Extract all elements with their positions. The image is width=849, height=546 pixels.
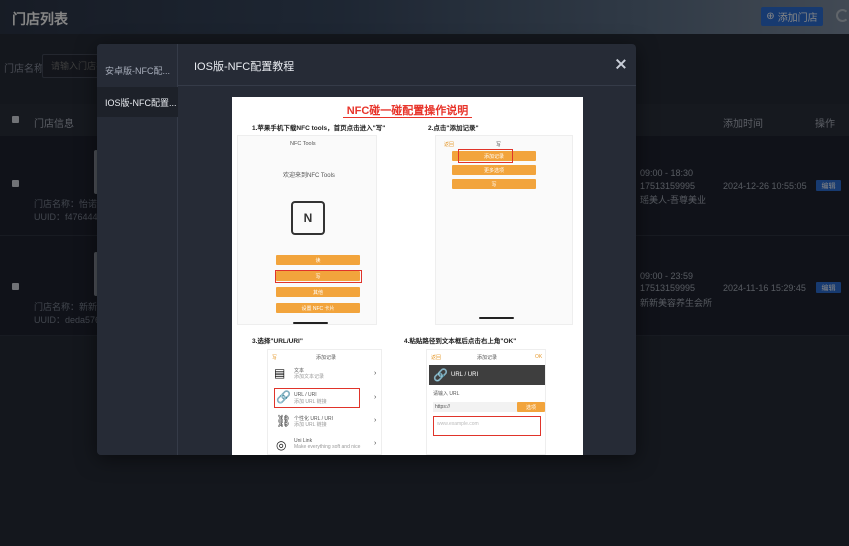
add-record-header: 添加记录 — [316, 355, 337, 361]
url-prompt: 请输入 URL — [433, 391, 460, 397]
side-item-android[interactable]: 安卓版-NFC配... — [97, 55, 178, 85]
write-header: 写 — [496, 142, 502, 148]
step-1: 1.苹果手机下载NFC tools，首页点击进入"写" — [252, 125, 386, 132]
step-2: 2.点击"添加记录" — [428, 125, 479, 132]
record-text-sub: 添加文本记录 — [294, 374, 325, 380]
modal-header: IOS版-NFC配置教程 — [178, 44, 636, 86]
highlight-box — [275, 270, 362, 283]
menu-other: 其他 — [276, 287, 360, 297]
highlight-box — [458, 149, 513, 163]
add-record-header: 添加记录 — [477, 355, 498, 361]
back-link: 返回 — [444, 142, 455, 148]
home-indicator — [479, 317, 514, 319]
url-input-placeholder: www.example.com — [437, 421, 479, 427]
phone-screen-3: 写 添加记录 ▤ 文本 添加文本记录 › 🔗 URL / URI 添加 URL … — [267, 349, 382, 455]
welcome-text: 欢迎来到NFC Tools — [283, 173, 335, 179]
link-icon: 🔗 — [276, 390, 291, 404]
unilink-icon: ◎ — [276, 438, 287, 452]
chevron-right-icon: › — [374, 394, 377, 401]
phone-screen-4: 返回 添加记录 OK URL / URI 🔗 请输入 URL https:// … — [426, 349, 546, 455]
step-3: 3.选择"URL/URI" — [252, 338, 303, 345]
menu-read: 读 — [276, 255, 360, 265]
url-scheme: https:// — [433, 402, 517, 412]
ok-button: OK — [535, 354, 543, 360]
link-icon: 🔗 — [433, 368, 448, 382]
scheme-select-button: 选项 — [517, 402, 545, 412]
nfc-tools-header: NFC Tools — [290, 141, 316, 147]
back-link: 返回 — [431, 355, 442, 361]
custom-link-icon: ⛓ — [276, 414, 292, 428]
record-unilink-sub: Make everything soft and nice — [294, 444, 361, 450]
menu-more-options: 更多选项 — [452, 165, 536, 175]
tutorial-image: NFC碰一碰配置操作说明 1.苹果手机下载NFC tools，首页点击进入"写"… — [232, 97, 583, 455]
menu-settings: 设置 NFC 卡片 — [276, 303, 360, 313]
back-link: 写 — [272, 355, 278, 361]
close-icon[interactable] — [615, 58, 627, 70]
modal-title: IOS版-NFC配置教程 — [194, 61, 295, 73]
nfc-logo-icon: N — [291, 201, 325, 235]
step-4: 4.粘贴路径到文本框后点击右上角"OK" — [404, 338, 517, 345]
home-indicator — [293, 322, 328, 324]
record-custom-url-sub: 添加 URL 链接 — [294, 422, 327, 428]
side-item-ios[interactable]: IOS版-NFC配置... — [97, 87, 178, 117]
phone-screen-1: NFC Tools 欢迎来到NFC Tools N 读 写 其他 设置 NFC … — [237, 135, 377, 325]
chevron-right-icon: › — [374, 440, 377, 447]
phone-screen-2: 返回 写 添加记录 更多选项 写 — [435, 135, 573, 325]
modal-side-nav: 安卓版-NFC配... IOS版-NFC配置... — [97, 44, 178, 455]
chevron-right-icon: › — [374, 417, 377, 424]
chevron-right-icon: › — [374, 370, 377, 377]
text-doc-icon: ▤ — [274, 366, 286, 380]
record-url-sub: 添加 URL 链接 — [294, 399, 327, 405]
menu-write: 写 — [452, 179, 536, 189]
tutorial-title: NFC碰一碰配置操作说明 — [232, 102, 583, 118]
